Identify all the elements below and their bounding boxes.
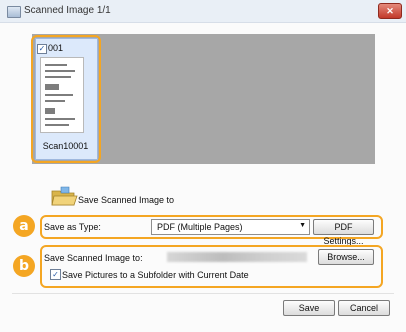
preview-line bbox=[45, 108, 55, 114]
save-path-field[interactable] bbox=[167, 252, 307, 262]
scanner-icon bbox=[7, 6, 21, 18]
badge-a: a bbox=[13, 215, 35, 237]
folder-icon bbox=[51, 186, 78, 206]
subfolder-checkbox-label: Save Pictures to a Subfolder with Curren… bbox=[62, 270, 249, 280]
footer-divider bbox=[12, 293, 394, 294]
cancel-button[interactable]: Cancel bbox=[338, 300, 390, 316]
preview-line bbox=[45, 94, 73, 96]
save-location-label: Save Scanned Image to: bbox=[44, 253, 143, 263]
preview-line bbox=[45, 84, 59, 90]
window-title: Scanned Image 1/1 bbox=[24, 5, 111, 16]
thumbnail-checkbox[interactable]: ✓ bbox=[37, 44, 47, 54]
preview-line bbox=[45, 64, 67, 66]
title-bar: Scanned Image 1/1 ✕ bbox=[0, 0, 406, 23]
checkmark-icon: ✓ bbox=[38, 44, 46, 53]
close-button[interactable]: ✕ bbox=[378, 3, 402, 19]
preview-line bbox=[45, 100, 65, 102]
pdf-settings-button[interactable]: PDF Settings... bbox=[313, 219, 374, 246]
scanned-image-window: Scanned Image 1/1 ✕ ✓ 001 Scan10001 Save… bbox=[0, 0, 406, 332]
preview-line bbox=[45, 124, 69, 126]
preview-line bbox=[45, 70, 75, 72]
thumbnail-caption: Scan10001 bbox=[42, 141, 89, 151]
save-as-type-label: Save as Type: bbox=[44, 222, 101, 232]
save-button[interactable]: Save bbox=[283, 300, 335, 316]
thumbnail-page-number: 001 bbox=[48, 43, 64, 53]
save-as-type-select[interactable]: PDF (Multiple Pages) ▼ bbox=[151, 219, 310, 235]
chevron-down-icon: ▼ bbox=[299, 222, 306, 229]
document-preview-image bbox=[40, 57, 84, 133]
preview-line bbox=[45, 76, 71, 78]
save-location-heading: Save Scanned Image to bbox=[78, 195, 175, 205]
browse-button[interactable]: Browse... bbox=[318, 249, 374, 265]
checkmark-icon: ✓ bbox=[52, 270, 59, 279]
close-icon: ✕ bbox=[386, 6, 394, 16]
badge-b: b bbox=[13, 255, 35, 277]
preview-line bbox=[45, 118, 75, 120]
save-as-type-value: PDF (Multiple Pages) bbox=[157, 222, 243, 232]
subfolder-checkbox[interactable]: ✓ bbox=[50, 269, 61, 280]
